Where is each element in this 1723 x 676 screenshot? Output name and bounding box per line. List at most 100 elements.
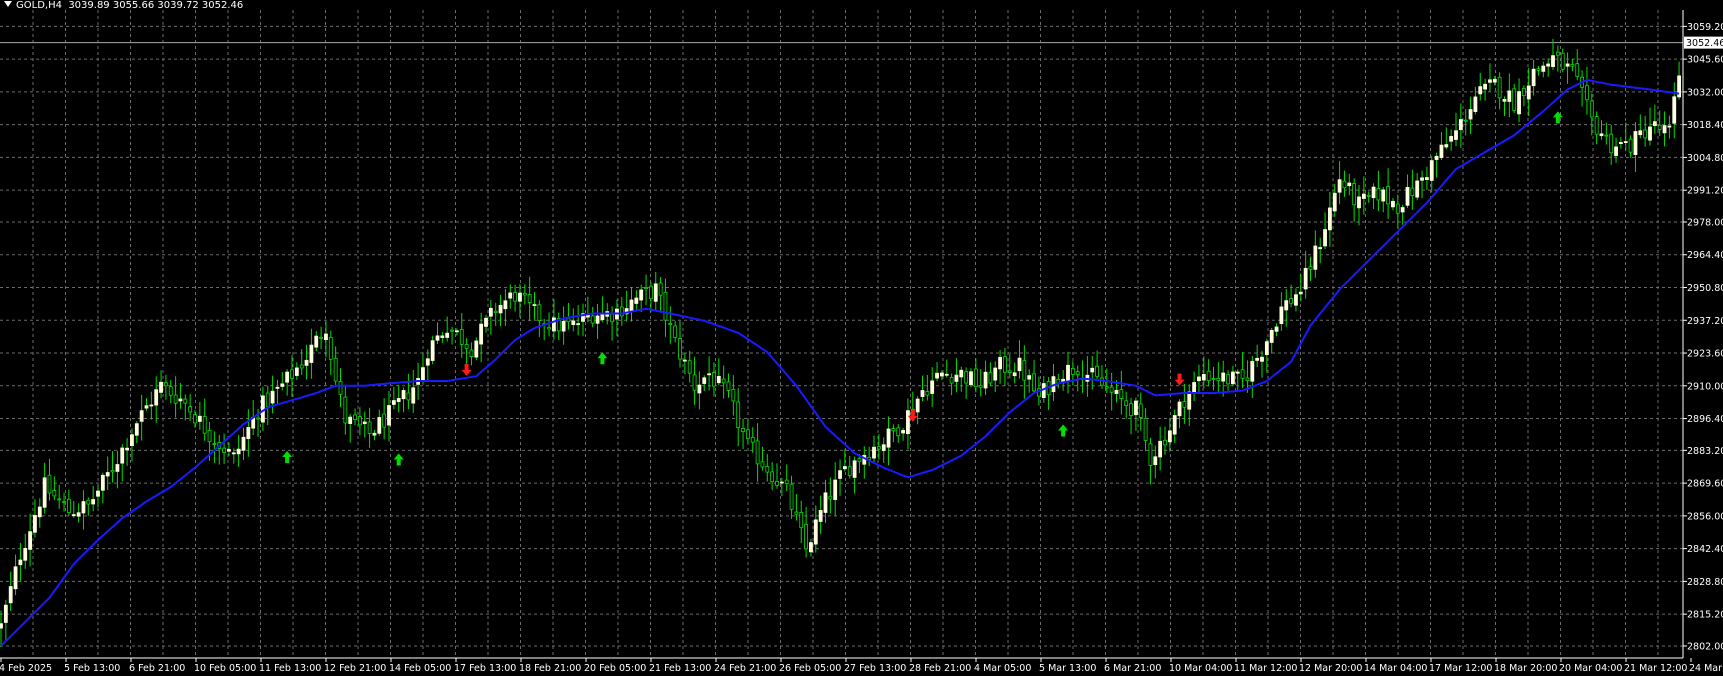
candle-bull bbox=[474, 340, 479, 358]
price-tick-label: 2883.20 bbox=[1687, 446, 1723, 457]
candle-bull bbox=[1400, 207, 1405, 213]
candle-bull bbox=[1361, 193, 1366, 199]
candle-bear bbox=[1003, 356, 1007, 373]
price-chart[interactable]: 3052.46 3059.20 3045.60 3032.00 3018.40 3004… bbox=[0, 0, 1723, 676]
candle-bear bbox=[367, 421, 372, 434]
candle-bull bbox=[159, 381, 163, 393]
candle-bull bbox=[1415, 180, 1420, 198]
candle-bear bbox=[765, 466, 770, 473]
candle-bull bbox=[1090, 367, 1095, 373]
triangle-down-icon bbox=[4, 1, 12, 7]
time-tick-label: 20 Mar 04:00 bbox=[1559, 663, 1622, 674]
candle-bull bbox=[1425, 177, 1429, 180]
candle-bear bbox=[469, 349, 474, 357]
candle-bull bbox=[1027, 375, 1032, 380]
candle-bull bbox=[508, 292, 513, 299]
candle-bear bbox=[163, 382, 168, 387]
time-tick-label: 5 Feb 13:00 bbox=[64, 663, 120, 674]
candle-bull bbox=[76, 512, 81, 517]
candle-bear bbox=[547, 327, 551, 330]
candle-bull bbox=[1313, 245, 1318, 270]
candle-bear bbox=[464, 344, 469, 349]
candle-bear bbox=[256, 417, 260, 420]
candle-bull bbox=[396, 398, 401, 403]
candle-bull bbox=[1623, 141, 1628, 144]
candle-bull bbox=[1017, 357, 1022, 372]
candle-bear bbox=[1182, 401, 1187, 408]
candle-bear bbox=[168, 386, 173, 396]
time-tick-label: 20 Feb 05:00 bbox=[584, 663, 646, 674]
candle-bear bbox=[1308, 266, 1313, 270]
candle-bear bbox=[1386, 186, 1390, 205]
candle-bull bbox=[314, 335, 319, 348]
candle-bull bbox=[872, 446, 876, 459]
candle-bull bbox=[634, 297, 639, 304]
candle-bull bbox=[881, 444, 886, 451]
candle-bull bbox=[275, 386, 280, 389]
candle-bull bbox=[561, 320, 566, 332]
candle-bull bbox=[309, 344, 314, 363]
candle-bear bbox=[1585, 85, 1589, 101]
candle-bull bbox=[1599, 133, 1604, 137]
candle-bear bbox=[1497, 76, 1502, 99]
candle-bear bbox=[1124, 400, 1129, 406]
candle-bull bbox=[401, 390, 406, 400]
time-tick-label: 17 Feb 13:00 bbox=[454, 663, 516, 674]
candle-bull bbox=[100, 474, 105, 491]
candle-bear bbox=[925, 391, 930, 396]
candle-bear bbox=[1570, 64, 1575, 67]
candle-bull bbox=[348, 416, 353, 424]
time-tick-label: 18 Mar 20:00 bbox=[1494, 663, 1557, 674]
candle-bear bbox=[590, 315, 595, 324]
candle-bull bbox=[707, 373, 711, 376]
candle-bear bbox=[1143, 418, 1148, 441]
candle-bull bbox=[920, 390, 925, 398]
candle-bear bbox=[1109, 386, 1114, 393]
candle-bear bbox=[721, 378, 726, 384]
candle-bear bbox=[353, 414, 357, 420]
time-tick-label: 6 Feb 21:00 bbox=[129, 663, 185, 674]
candle-bull bbox=[1279, 306, 1284, 325]
candle-bear bbox=[459, 328, 464, 345]
candle-bear bbox=[522, 292, 527, 296]
candle-bear bbox=[207, 429, 212, 443]
price-tick-label: 2815.20 bbox=[1687, 610, 1723, 621]
candle-bull bbox=[833, 479, 838, 500]
candle-bear bbox=[1240, 369, 1245, 379]
candle-bull bbox=[91, 499, 96, 505]
candle-bull bbox=[246, 427, 251, 440]
candle-bear bbox=[1594, 116, 1599, 135]
candle-bear bbox=[1366, 194, 1371, 197]
candle-bear bbox=[949, 377, 954, 384]
candle-bull bbox=[430, 340, 435, 361]
candle-bull bbox=[576, 323, 581, 326]
candle-bull bbox=[1134, 400, 1138, 416]
candle-bear bbox=[333, 357, 338, 382]
candle-bull bbox=[8, 586, 13, 604]
candle-bull bbox=[454, 330, 459, 333]
candle-bear bbox=[1643, 129, 1648, 139]
candle-bull bbox=[1429, 160, 1434, 181]
candle-bull bbox=[1652, 121, 1657, 126]
candle-bull bbox=[1502, 98, 1507, 102]
candle-bear bbox=[1245, 377, 1250, 381]
candle-bear bbox=[1395, 203, 1400, 214]
candle-bull bbox=[1638, 130, 1643, 136]
candle-bull bbox=[1526, 85, 1531, 100]
candle-bear bbox=[47, 474, 52, 494]
candle-bear bbox=[755, 440, 760, 465]
candle-bull bbox=[1454, 130, 1458, 140]
candle-bull bbox=[197, 415, 202, 422]
candle-bear bbox=[1560, 52, 1565, 70]
candle-bear bbox=[52, 490, 57, 497]
time-tick-label: 21 Mar 12:00 bbox=[1624, 663, 1687, 674]
candle-bull bbox=[81, 501, 86, 514]
candle-bear bbox=[1104, 386, 1109, 389]
candle-bear bbox=[1536, 68, 1541, 71]
candle-bear bbox=[673, 325, 678, 338]
price-tick-label: 2856.00 bbox=[1687, 511, 1723, 522]
price-tick-label: 3004.80 bbox=[1687, 153, 1723, 164]
chart-background bbox=[0, 0, 1723, 676]
candle-bull bbox=[915, 398, 920, 413]
candle-bull bbox=[1337, 179, 1342, 193]
